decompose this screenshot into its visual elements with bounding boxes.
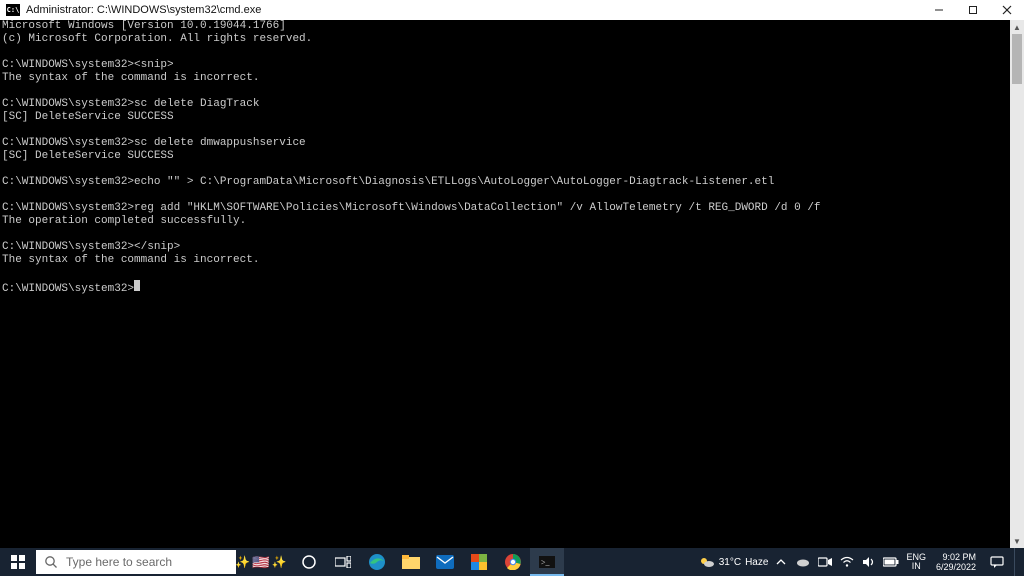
tray-volume-icon[interactable] [860,548,878,576]
taskbar: Type here to search ✨ 🇺🇸 ✨ >_ [0,548,1024,576]
tray-wifi-icon[interactable] [838,548,856,576]
language-indicator[interactable]: ENG IN [904,553,928,571]
console-line: (c) Microsoft Corporation. All rights re… [2,33,312,45]
tray-onedrive-icon[interactable] [794,548,812,576]
console-line: C:\WINDOWS\system32>reg add "HKLM\SOFTWA… [2,202,821,214]
weather-desc: Haze [745,557,768,568]
console-line: [SC] DeleteService SUCCESS [2,150,174,162]
taskbar-app-explorer[interactable] [394,548,428,576]
console-output[interactable]: Microsoft Windows [Version 10.0.19044.17… [0,20,1010,548]
show-desktop-button[interactable] [1014,548,1020,576]
taskbar-app-office[interactable] [462,548,496,576]
console-area: Microsoft Windows [Version 10.0.19044.17… [0,20,1024,548]
clock[interactable]: 9:02 PM 6/29/2022 [932,552,980,572]
clock-time: 9:02 PM [942,552,976,562]
maximize-button[interactable] [956,0,990,20]
weather-widget[interactable]: 31°C Haze [699,555,769,569]
vertical-scrollbar[interactable]: ▲ ▼ [1010,20,1024,548]
console-line: C:\WINDOWS\system32>sc delete DiagTrack [2,98,259,110]
console-line: The syntax of the command is incorrect. [2,72,259,84]
close-button[interactable] [990,0,1024,20]
taskbar-app-mail[interactable] [428,548,462,576]
search-placeholder: Type here to search [66,555,172,569]
cmd-window: C:\ Administrator: C:\WINDOWS\system32\c… [0,0,1024,576]
taskbar-app-chrome[interactable] [496,548,530,576]
cortana-button[interactable] [292,548,326,576]
taskbar-app-cmd[interactable]: >_ [530,548,564,576]
search-icon [44,555,58,569]
window-title: Administrator: C:\WINDOWS\system32\cmd.e… [26,4,261,16]
taskbar-app-edge[interactable] [360,548,394,576]
system-tray: 31°C Haze ENG IN [699,548,1024,576]
task-view-button[interactable] [326,548,360,576]
tray-battery-icon[interactable] [882,548,900,576]
weather-icon [699,555,715,569]
cmd-icon: C:\ [6,4,20,16]
action-center-button[interactable] [984,548,1010,576]
console-line: Microsoft Windows [Version 10.0.19044.17… [2,20,286,32]
svg-text:>_: >_ [541,558,551,567]
titlebar: C:\ Administrator: C:\WINDOWS\system32\c… [0,0,1024,20]
weather-temp: 31°C [719,557,741,568]
clock-date: 6/29/2022 [936,562,976,572]
scroll-track[interactable] [1010,34,1024,534]
minimize-button[interactable] [922,0,956,20]
cursor [134,280,140,291]
console-line: C:\WINDOWS\system32></snip> [2,241,180,253]
console-line: The operation completed successfully. [2,215,246,227]
console-line: C:\WINDOWS\system32>sc delete dmwappushs… [2,137,306,149]
console-line: [SC] DeleteService SUCCESS [2,111,174,123]
search-box[interactable]: Type here to search [36,550,236,574]
console-line: The syntax of the command is incorrect. [2,254,259,266]
scroll-down-arrow[interactable]: ▼ [1010,534,1024,548]
scroll-thumb[interactable] [1012,34,1022,84]
console-line: C:\WINDOWS\system32> [2,283,134,295]
scroll-up-arrow[interactable]: ▲ [1010,20,1024,34]
search-decoration: ✨ 🇺🇸 ✨ [236,554,286,571]
start-button[interactable] [0,548,36,576]
console-line: C:\WINDOWS\system32><snip> [2,59,174,71]
tray-meet-now-icon[interactable] [816,548,834,576]
tray-chevron-up-icon[interactable] [772,548,790,576]
console-line: C:\WINDOWS\system32>echo "" > C:\Program… [2,176,774,188]
lang-bottom: IN [912,562,921,571]
